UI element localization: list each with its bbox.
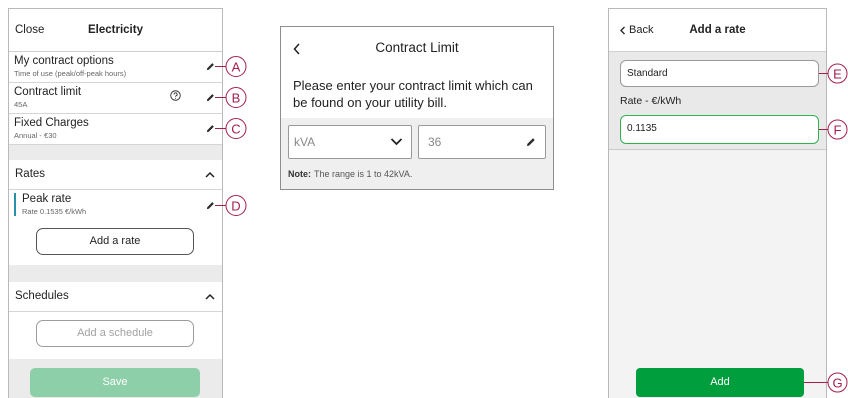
schedules-section-header[interactable]: Schedules: [9, 282, 222, 312]
section-title: Schedules: [15, 290, 69, 302]
callout-b-label: B: [232, 91, 241, 106]
rate-subtitle: Rate 0.1535 €/kWh: [22, 207, 87, 216]
rate-title: Peak rate: [22, 193, 72, 205]
note-label: Note:: [288, 169, 311, 179]
contract-limit-row[interactable]: Contract limit 45A: [9, 83, 222, 114]
callout-c-marker: [225, 118, 247, 139]
pencil-icon[interactable]: [206, 201, 215, 210]
header-bar: Close Electricity: [9, 9, 222, 52]
page-title: Electricity: [88, 24, 143, 36]
callout-a-marker: [225, 56, 247, 77]
row-title: Fixed Charges: [14, 117, 89, 129]
rates-section: Peak rate Rate 0.1535 €/kWh Add a rate: [9, 190, 222, 265]
limit-input[interactable]: 36: [418, 125, 546, 159]
electricity-screen: Close Electricity My contract options Ti…: [8, 8, 223, 398]
save-button[interactable]: Save: [30, 368, 200, 397]
chevron-down-icon[interactable]: [390, 137, 403, 146]
fixed-charges-row[interactable]: Fixed Charges Annual - €30: [9, 114, 222, 145]
contract-options-row[interactable]: My contract options Time of use (peak/of…: [9, 52, 222, 83]
unit-value: kVA: [294, 135, 316, 149]
section-title: Rates: [15, 168, 46, 180]
row-title: My contract options: [14, 55, 114, 67]
page-title: Add a rate: [689, 24, 746, 36]
pencil-icon[interactable]: [206, 62, 215, 71]
unit-dropdown[interactable]: kVA: [288, 125, 412, 159]
note-text: The range is 1 to 42kVA.: [314, 169, 413, 179]
callout-g-label: G: [832, 376, 842, 391]
callout-c-label: C: [231, 122, 240, 137]
callout-e-label: E: [833, 67, 842, 82]
add-schedule-button[interactable]: Add a schedule: [36, 320, 194, 347]
pencil-icon[interactable]: [206, 124, 215, 133]
add-button[interactable]: Add: [636, 368, 804, 397]
description-line: be found on your utility bill.: [293, 95, 447, 110]
contract-limit-dialog: Contract Limit Please enter your contrac…: [280, 26, 554, 190]
rate-value-field[interactable]: 0.1135: [620, 115, 819, 144]
question-circle-icon[interactable]: [170, 90, 181, 101]
dialog-title: Contract Limit: [375, 40, 459, 55]
row-subtitle: Annual - €30: [14, 131, 57, 140]
header-bar: Back Add a rate: [609, 9, 826, 52]
rate-name-field[interactable]: Standard: [620, 60, 819, 87]
description-line: Please enter your contract limit which c…: [293, 78, 533, 93]
add-rate-button[interactable]: Add a rate: [36, 228, 194, 255]
pencil-icon[interactable]: [206, 93, 215, 102]
callout-a-label: A: [232, 60, 241, 75]
callout-f-marker: [827, 119, 848, 140]
add-rate-screen: Back Add a rate Standard Rate - €/kWh 0.…: [608, 8, 827, 398]
schedules-section: Add a schedule: [9, 312, 222, 359]
callout-b-marker: [225, 87, 247, 108]
range-note: Note: The range is 1 to 42kVA.: [288, 168, 412, 180]
callout-e-marker: [827, 63, 848, 84]
limit-value: 36: [428, 135, 442, 149]
row-subtitle: Time of use (peak/off-peak hours): [14, 69, 127, 78]
pencil-icon[interactable]: [526, 137, 536, 147]
callout-d-marker: [225, 195, 247, 216]
rate-indicator: [14, 193, 16, 216]
chevron-up-icon[interactable]: [205, 293, 215, 300]
row-subtitle: 45A: [14, 100, 28, 109]
rate-field-label: Rate - €/kWh: [620, 95, 682, 107]
callout-g-marker: [827, 372, 848, 393]
row-title: Contract limit: [14, 86, 82, 98]
callout-f-label: F: [834, 123, 842, 138]
rates-section-header[interactable]: Rates: [9, 160, 222, 190]
input-area: kVA 36 Note: The range is 1 to 42kVA.: [281, 118, 553, 189]
chevron-up-icon[interactable]: [205, 171, 215, 178]
callout-d-label: D: [231, 199, 240, 214]
